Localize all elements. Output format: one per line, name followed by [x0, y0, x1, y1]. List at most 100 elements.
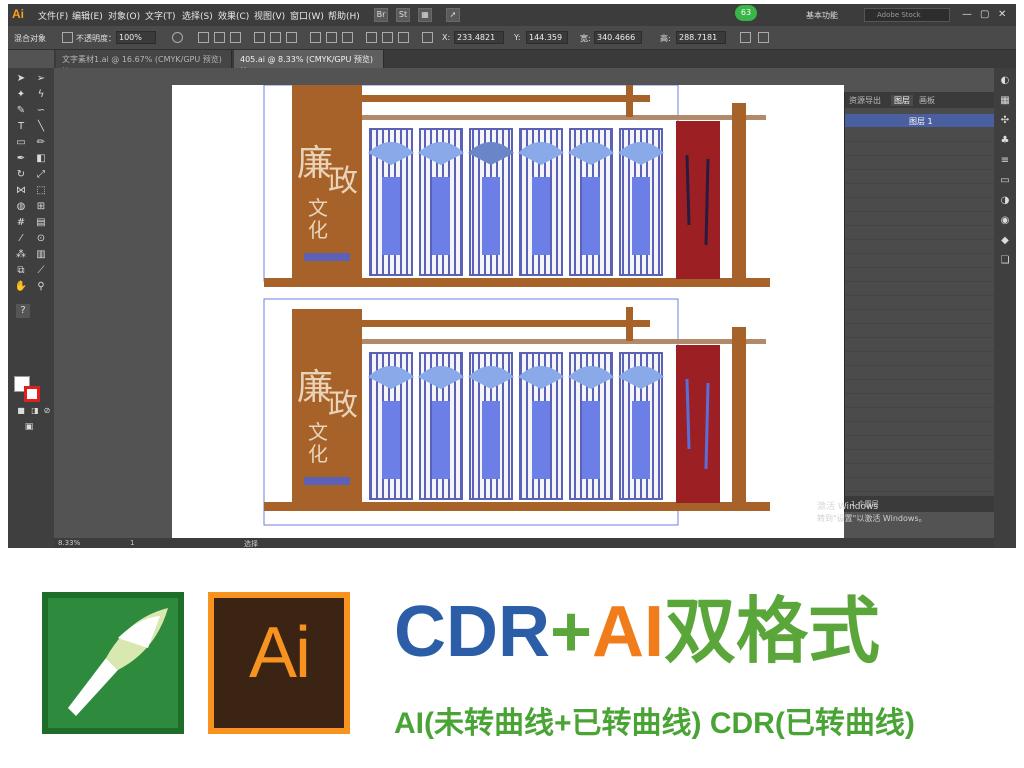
- column-graph-tool-icon[interactable]: ▥: [34, 248, 48, 262]
- align-bottom-icon[interactable]: [286, 32, 297, 43]
- layer-row[interactable]: [845, 142, 995, 156]
- page-number[interactable]: 1: [130, 539, 134, 547]
- free-transform-tool-icon[interactable]: ⬚: [34, 184, 48, 198]
- layer-row[interactable]: [845, 380, 995, 394]
- layer-row[interactable]: [845, 128, 995, 142]
- width-tool-icon[interactable]: ⋈: [14, 184, 28, 198]
- selection-tool-icon[interactable]: ➤: [14, 72, 28, 86]
- menu-icon[interactable]: [758, 32, 769, 43]
- paintbrush-tool-icon[interactable]: ✒: [14, 152, 28, 166]
- gradient-panel-icon[interactable]: ▭: [998, 174, 1012, 188]
- layer-row[interactable]: [845, 366, 995, 380]
- layer-row[interactable]: [845, 198, 995, 212]
- zoom-level[interactable]: 8.33%: [58, 539, 80, 547]
- minimize-button[interactable]: —: [962, 9, 972, 20]
- layer-row[interactable]: [845, 324, 995, 338]
- tab-asset-export[interactable]: 资源导出: [849, 95, 881, 106]
- layer-row[interactable]: [845, 296, 995, 310]
- menu-effect[interactable]: 效果(C): [218, 9, 249, 22]
- layer-row[interactable]: [845, 352, 995, 366]
- none-mode-icon[interactable]: ⊘: [40, 404, 54, 418]
- height-field[interactable]: 288.7181: [676, 31, 726, 44]
- align-middle-icon[interactable]: [270, 32, 281, 43]
- lasso-tool-icon[interactable]: ϟ: [34, 88, 48, 102]
- pencil-tool-icon[interactable]: ✏: [34, 136, 48, 150]
- perspective-grid-tool-icon[interactable]: ⊞: [34, 200, 48, 214]
- appearance-panel-icon[interactable]: ◉: [998, 214, 1012, 228]
- stroke-swatch[interactable]: [24, 386, 40, 402]
- brushes-panel-icon[interactable]: ✣: [998, 114, 1012, 128]
- distribute-center-icon[interactable]: [382, 32, 393, 43]
- layer-row[interactable]: [845, 422, 995, 436]
- blend-tool-icon[interactable]: ⊙: [34, 232, 48, 246]
- mesh-tool-icon[interactable]: #: [14, 216, 28, 230]
- distribute-bottom-icon[interactable]: [342, 32, 353, 43]
- layer-row[interactable]: [845, 394, 995, 408]
- graphic-styles-panel-icon[interactable]: ◆: [998, 234, 1012, 248]
- symbol-sprayer-tool-icon[interactable]: ⁂: [14, 248, 28, 262]
- color-panel-icon[interactable]: ◐: [998, 74, 1012, 88]
- layer-row[interactable]: [845, 170, 995, 184]
- layer-row[interactable]: [845, 450, 995, 464]
- slice-tool-icon[interactable]: ⟋: [34, 264, 48, 278]
- swatches-panel-icon[interactable]: ▦: [998, 94, 1012, 108]
- distribute-middle-icon[interactable]: [326, 32, 337, 43]
- maximize-button[interactable]: ▢: [980, 9, 989, 20]
- artboard-tool-icon[interactable]: ⧉: [14, 264, 28, 278]
- bridge-icon[interactable]: Br: [374, 8, 388, 22]
- color-mode-icon[interactable]: ■: [14, 404, 28, 418]
- screen-mode-icon[interactable]: ▣: [22, 420, 36, 434]
- curvature-tool-icon[interactable]: ∽: [34, 104, 48, 118]
- line-tool-icon[interactable]: ╲: [34, 120, 48, 134]
- tab-layers[interactable]: 图层: [891, 95, 913, 106]
- align-right-icon[interactable]: [230, 32, 241, 43]
- layer-row[interactable]: [845, 478, 995, 492]
- menu-file[interactable]: 文件(F): [38, 9, 68, 22]
- distribute-left-icon[interactable]: [366, 32, 377, 43]
- layer-row[interactable]: [845, 240, 995, 254]
- menu-select[interactable]: 选择(S): [182, 9, 213, 22]
- transparency-panel-icon[interactable]: ◑: [998, 194, 1012, 208]
- direct-selection-tool-icon[interactable]: ➢: [34, 72, 48, 86]
- help-icon[interactable]: ?: [16, 304, 30, 318]
- layer-row[interactable]: [845, 464, 995, 478]
- align-top-icon[interactable]: [254, 32, 265, 43]
- menu-view[interactable]: 视图(V): [254, 9, 285, 22]
- layer-row[interactable]: [845, 254, 995, 268]
- layer-row[interactable]: [845, 184, 995, 198]
- y-field[interactable]: 144.359: [526, 31, 568, 44]
- artboard[interactable]: 廉 政 文 化 廉 政 文 化: [172, 84, 844, 543]
- menu-window[interactable]: 窗口(W): [290, 9, 324, 22]
- menu-help[interactable]: 帮助(H): [328, 9, 360, 22]
- layer-row[interactable]: [845, 408, 995, 422]
- stroke-icon[interactable]: [62, 32, 73, 43]
- eraser-tool-icon[interactable]: ◧: [34, 152, 48, 166]
- type-tool-icon[interactable]: T: [14, 120, 28, 134]
- rotate-tool-icon[interactable]: ↻: [14, 168, 28, 182]
- layer-row[interactable]: [845, 226, 995, 240]
- flip-icon[interactable]: [740, 32, 751, 43]
- layer-row[interactable]: [845, 436, 995, 450]
- layer-row[interactable]: [845, 268, 995, 282]
- tab-artboards[interactable]: 画板: [919, 95, 935, 106]
- tab-document-1[interactable]: 文字素材1.ai @ 16.67% (CMYK/GPU 预览) ×: [56, 50, 232, 74]
- opacity-field[interactable]: 100%: [116, 31, 156, 44]
- align-left-icon[interactable]: [198, 32, 209, 43]
- gradient-tool-icon[interactable]: ▤: [34, 216, 48, 230]
- layer-row[interactable]: [845, 282, 995, 296]
- shape-builder-tool-icon[interactable]: ◍: [14, 200, 28, 214]
- pen-tool-icon[interactable]: ✎: [14, 104, 28, 118]
- layer-row[interactable]: [845, 212, 995, 226]
- canvas[interactable]: 廉 政 文 化 廉 政 文 化: [54, 68, 844, 543]
- align-center-icon[interactable]: [214, 32, 225, 43]
- tab-document-2[interactable]: 405.ai @ 8.33% (CMYK/GPU 预览) ×: [234, 50, 384, 74]
- menu-object[interactable]: 对象(O): [108, 9, 140, 22]
- layer-row[interactable]: [845, 156, 995, 170]
- arrange-documents-icon[interactable]: ▦: [418, 8, 432, 22]
- scale-tool-icon[interactable]: ⤢: [34, 168, 48, 182]
- stock-search-input[interactable]: Adobe Stock: [864, 8, 950, 22]
- zoom-tool-icon[interactable]: ⚲: [34, 280, 48, 294]
- workspace-switcher[interactable]: 基本功能: [806, 10, 838, 21]
- close-window-button[interactable]: ✕: [998, 9, 1006, 20]
- distribute-top-icon[interactable]: [310, 32, 321, 43]
